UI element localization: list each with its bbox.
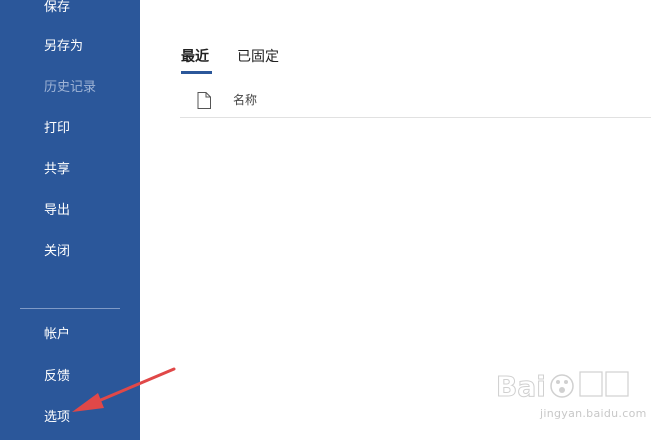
tab-pinned[interactable]: 已固定 (237, 48, 279, 66)
sidebar-item-share[interactable]: 共享 (44, 162, 70, 178)
watermark-url: jingyan.baidu.com (540, 407, 647, 420)
sidebar-item-account[interactable]: 帐户 (44, 327, 70, 343)
backstage-sidebar: 保存 另存为 历史记录 打印 共享 导出 关闭 帐户 反馈 选项 (0, 0, 140, 440)
word-backstage-window: 保存 另存为 历史记录 打印 共享 导出 关闭 帐户 反馈 选项 最近 已固定 … (0, 0, 651, 440)
sidebar-item-feedback[interactable]: 反馈 (44, 369, 70, 385)
sidebar-item-export[interactable]: 导出 (44, 203, 70, 219)
list-header-divider (180, 117, 651, 118)
tab-recent-underline (181, 71, 212, 74)
sidebar-item-history: 历史记录 (44, 80, 97, 95)
file-icon (197, 92, 211, 109)
tab-recent[interactable]: 最近 (181, 48, 209, 66)
name-column-header[interactable]: 名称 (233, 93, 257, 108)
sidebar-item-print[interactable]: 打印 (44, 121, 70, 137)
sidebar-item-save[interactable]: 保存 (44, 0, 70, 16)
sidebar-item-options[interactable]: 选项 (44, 410, 70, 426)
backstage-main-panel: 最近 已固定 名称 (140, 0, 651, 440)
sidebar-item-close[interactable]: 关闭 (44, 244, 70, 260)
sidebar-divider (20, 308, 120, 309)
sidebar-item-save-as[interactable]: 另存为 (44, 39, 83, 55)
